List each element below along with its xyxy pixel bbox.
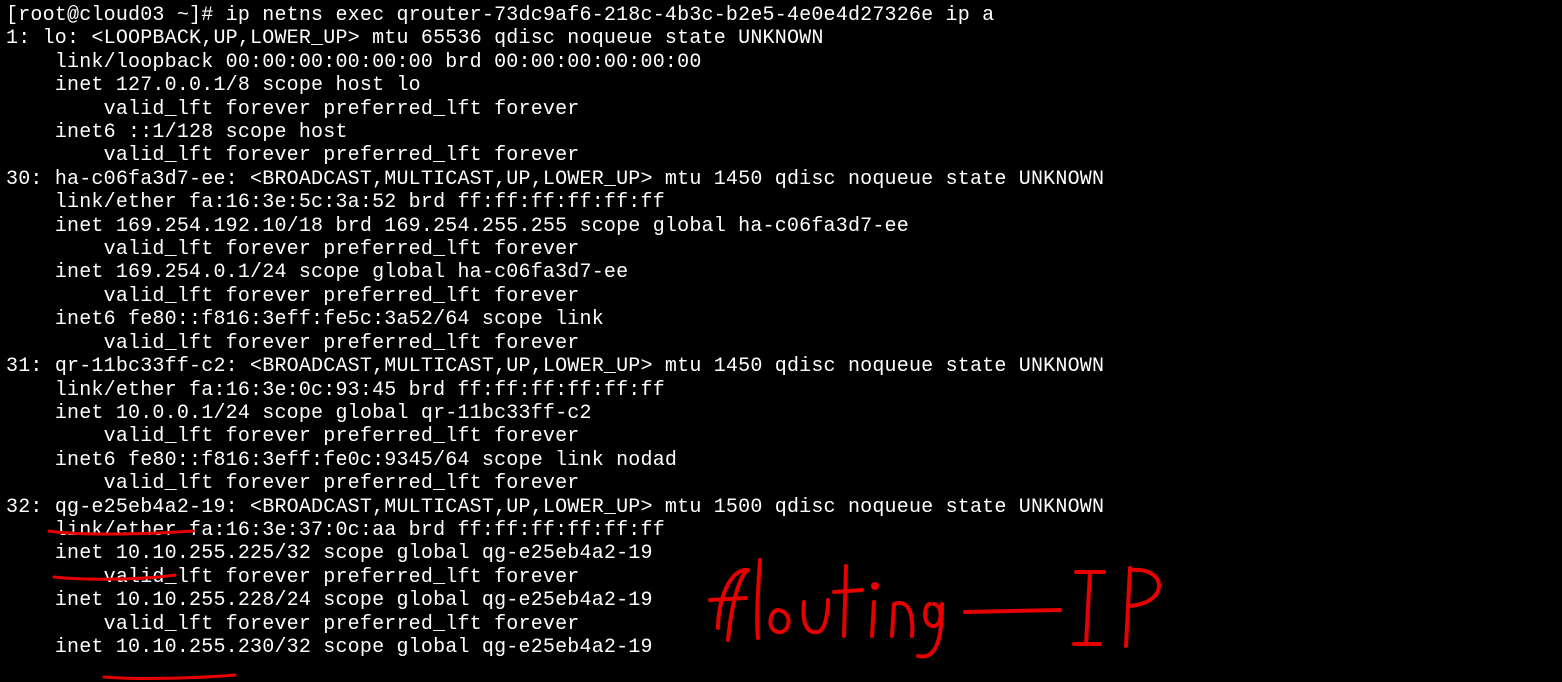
iface-line: valid_lft forever preferred_lft forever [55,144,580,167]
iface-line: link/ether fa:16:3e:37:0c:aa brd ff:ff:f… [55,519,665,542]
iface-line: inet 169.254.192.10/18 brd 169.254.255.2… [55,215,909,238]
iface-line: inet6 fe80::f816:3eff:fe5c:3a52/64 scope… [55,308,604,331]
iface-line: inet 10.0.0.1/24 scope global qr-11bc33f… [55,402,592,425]
iface-line: inet 169.254.0.1/24 scope global ha-c06f… [55,261,629,284]
iface-line: valid_lft forever preferred_lft forever [55,425,580,448]
iface-line: inet 10.10.255.228/24 scope global qg-e2… [55,589,653,612]
iface-line: link/ether fa:16:3e:0c:93:45 brd ff:ff:f… [55,379,665,402]
iface-header-qg: 32: qg-e25eb4a2-19: <BROADCAST,MULTICAST… [6,496,1104,519]
iface-line: link/ether fa:16:3e:5c:3a:52 brd ff:ff:f… [55,191,665,214]
iface-line: inet 10.10.255.225/32 scope global qg-e2… [55,542,653,565]
iface-header-qr: 31: qr-11bc33ff-c2: <BROADCAST,MULTICAST… [6,355,1104,378]
iface-header-ha: 30: ha-c06fa3d7-ee: <BROADCAST,MULTICAST… [6,168,1104,191]
iface-line: link/loopback 00:00:00:00:00:00 brd 00:0… [55,51,702,74]
iface-line: inet6 fe80::f816:3eff:fe0c:9345/64 scope… [55,449,677,472]
iface-line: inet 10.10.255.230/32 scope global qg-e2… [55,636,653,659]
iface-line: valid_lft forever preferred_lft forever [55,285,580,308]
iface-line: inet 127.0.0.1/8 scope host lo [55,74,421,97]
iface-line: inet6 ::1/128 scope host [55,121,348,144]
shell-prompt: [root@cloud03 ~]# [6,4,226,27]
shell-command: ip netns exec qrouter-73dc9af6-218c-4b3c… [226,4,995,27]
iface-header-lo: 1: lo: <LOOPBACK,UP,LOWER_UP> mtu 65536 … [6,27,824,50]
iface-line: valid_lft forever preferred_lft forever [55,98,580,121]
terminal-output: [root@cloud03 ~]# ip netns exec qrouter-… [0,0,1562,659]
iface-line: valid_lft forever preferred_lft forever [55,332,580,355]
iface-line: valid_lft forever preferred_lft forever [55,566,580,589]
iface-line: valid_lft forever preferred_lft forever [55,613,580,636]
iface-line: valid_lft forever preferred_lft forever [55,472,580,495]
iface-line: valid_lft forever preferred_lft forever [55,238,580,261]
